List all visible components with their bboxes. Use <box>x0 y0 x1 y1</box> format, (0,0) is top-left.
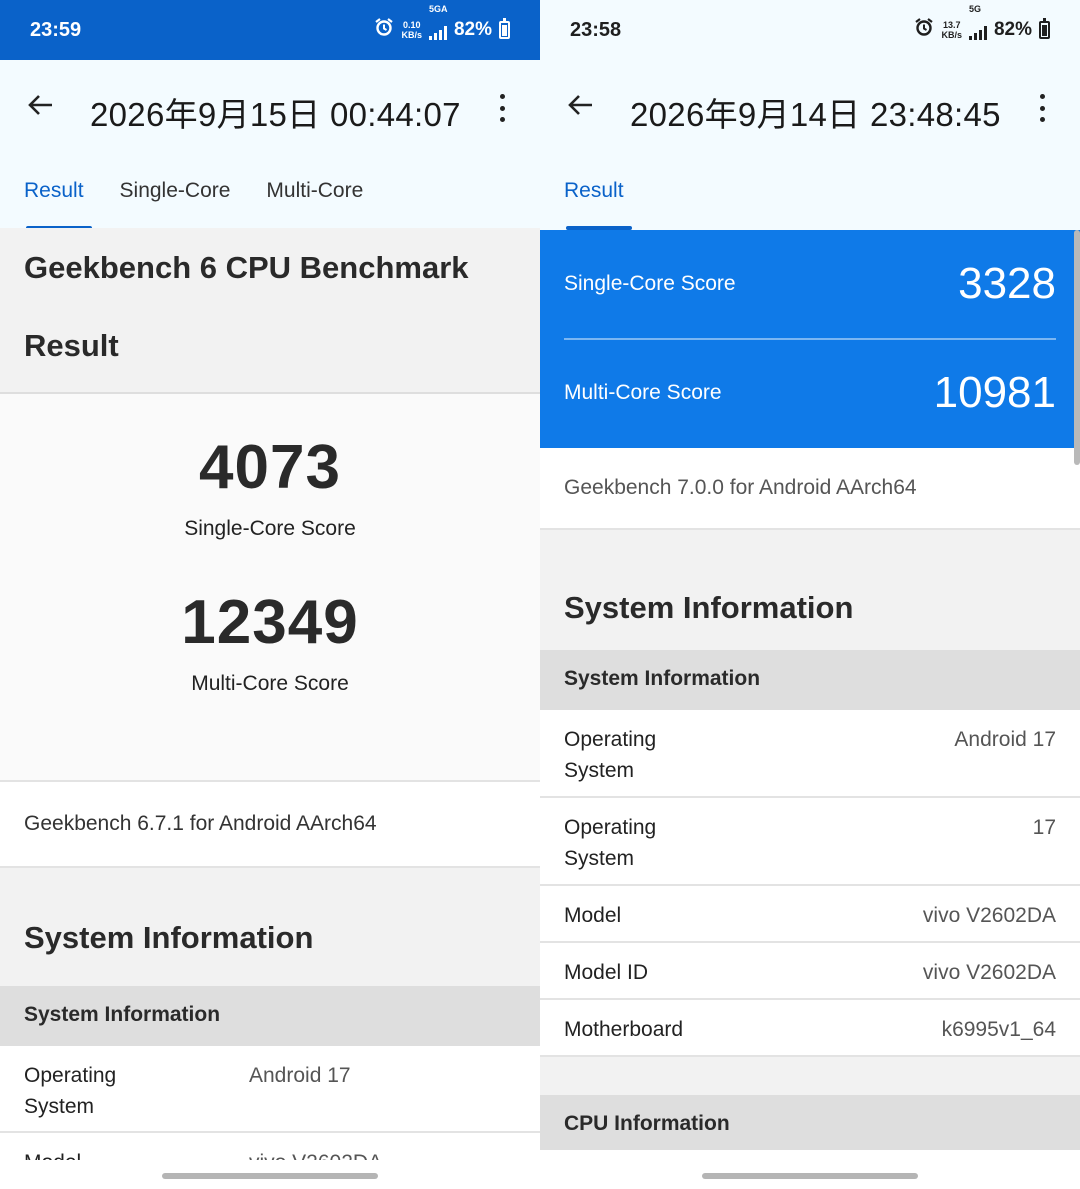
table-row: Motherboard k6995v1_64 <box>540 1000 1080 1057</box>
table-row: Operating System Android 17 <box>540 710 1080 798</box>
score-panel: 4073 Single-Core Score 12349 Multi-Core … <box>0 394 540 782</box>
multi-core-label: Multi-Core Score <box>564 381 722 404</box>
battery-percent: 82% <box>453 19 492 40</box>
benchmark-title: Geekbench 6 CPU Benchmark <box>24 250 469 285</box>
network-speed: 0.10 KB/s <box>401 20 422 40</box>
section-spacer <box>540 1057 1080 1095</box>
scrollbar[interactable] <box>1074 230 1080 465</box>
left-screenshot: 23:59 0.10 KB/s 5GA 82% 2026年9月15日 00:44… <box>0 0 540 1189</box>
tab-multi-core[interactable]: Multi-Core <box>248 175 381 230</box>
row-value: vivo V2602DA <box>922 961 1056 984</box>
status-time: 23:58 <box>570 18 622 41</box>
app-bar: 2026年9月15日 00:44:07 Result Single-Core M… <box>0 60 540 230</box>
signal-icon: 5G <box>968 4 987 40</box>
single-core-label: Single-Core Score <box>184 517 356 540</box>
version-info: Geekbench 7.0.0 for Android AArch64 <box>540 448 1080 530</box>
row-key: Model ID <box>564 961 649 984</box>
row-key: Operating System <box>564 728 657 782</box>
status-icons: 13.7 KB/s 5G 82% <box>914 4 1050 43</box>
row-key: Operating System <box>24 1064 117 1118</box>
row-key: Motherboard <box>564 1018 684 1041</box>
row-value: Android 17 <box>954 728 1056 751</box>
row-key: Operating System <box>564 816 657 870</box>
table-row: Model ID vivo V2602DA <box>540 943 1080 1000</box>
row-key: Model <box>564 904 622 927</box>
battery-icon <box>499 18 510 39</box>
arrow-left-icon[interactable] <box>566 90 598 122</box>
battery-percent: 82% <box>993 19 1032 40</box>
sub-heading: System Information <box>0 986 540 1046</box>
multi-core-row: Multi-Core Score 10981 <box>564 338 1056 446</box>
row-value: Android 17 <box>249 1064 351 1087</box>
arrow-left-icon[interactable] <box>26 90 58 122</box>
row-value: k6995v1_64 <box>941 1018 1056 1041</box>
page-title: 2026年9月15日 00:44:07 <box>90 96 461 133</box>
right-screenshot: 23:58 13.7 KB/s 5G 82% 2026年9月14日 23:48:… <box>540 0 1080 1189</box>
status-bar: 23:58 13.7 KB/s 5G 82% <box>540 0 1080 60</box>
section-spacer <box>0 868 540 920</box>
section-title: System Information <box>0 920 540 986</box>
table-row: Operating System 17 <box>540 798 1080 886</box>
status-bar: 23:59 0.10 KB/s 5GA 82% <box>0 0 540 60</box>
section-title: System Information <box>540 590 1080 650</box>
multi-core-score: 12349 <box>181 588 359 657</box>
tab-bar: Result <box>540 175 642 230</box>
single-core-block: 4073 Single-Core Score <box>0 394 540 541</box>
version-info: Geekbench 6.7.1 for Android AArch64 <box>0 782 540 868</box>
result-content[interactable]: Geekbench 6 CPU Benchmark Result 4073 Si… <box>0 228 540 1189</box>
more-vert-icon[interactable] <box>1036 94 1048 122</box>
table-row: Model vivo V2602DA <box>540 886 1080 943</box>
home-indicator[interactable] <box>702 1173 918 1179</box>
app-bar: 2026年9月14日 23:48:45 Result <box>540 60 1080 230</box>
result-heading: Result <box>24 328 119 363</box>
network-speed: 13.7 KB/s <box>941 20 962 40</box>
nav-area <box>540 1150 1080 1189</box>
tab-result[interactable]: Result <box>540 175 642 230</box>
benchmark-header: Geekbench 6 CPU Benchmark Result <box>0 228 540 394</box>
single-core-label: Single-Core Score <box>564 272 736 295</box>
row-value: 17 <box>1032 816 1056 839</box>
status-icons: 0.10 KB/s 5GA 82% <box>374 4 510 43</box>
table-row: Operating System Android 17 <box>0 1046 540 1133</box>
row-value: vivo V2602DA <box>922 904 1056 927</box>
alarm-icon <box>914 17 934 43</box>
single-core-row: Single-Core Score 3328 <box>564 230 1056 338</box>
status-time: 23:59 <box>30 18 82 41</box>
result-content[interactable]: Single-Core Score 3328 Multi-Core Score … <box>540 230 1080 1155</box>
home-indicator[interactable] <box>162 1173 378 1179</box>
single-core-score: 3328 <box>958 259 1056 308</box>
score-card: Single-Core Score 3328 Multi-Core Score … <box>540 230 1080 448</box>
tab-bar: Result Single-Core Multi-Core <box>0 175 381 230</box>
multi-core-label: Multi-Core Score <box>191 672 349 695</box>
alarm-icon <box>374 17 394 43</box>
single-core-score: 4073 <box>199 433 341 502</box>
battery-icon <box>1039 18 1050 39</box>
sub-heading: System Information <box>540 650 1080 710</box>
more-vert-icon[interactable] <box>496 94 508 122</box>
cpu-info-heading: CPU Information <box>540 1095 1080 1155</box>
tab-single-core[interactable]: Single-Core <box>102 175 249 230</box>
page-title: 2026年9月14日 23:48:45 <box>630 96 1001 133</box>
tab-result[interactable]: Result <box>0 175 102 230</box>
section-spacer <box>540 530 1080 590</box>
multi-core-score: 10981 <box>933 368 1056 417</box>
signal-icon: 5GA <box>428 4 447 40</box>
multi-core-block: 12349 Multi-Core Score <box>0 541 540 696</box>
